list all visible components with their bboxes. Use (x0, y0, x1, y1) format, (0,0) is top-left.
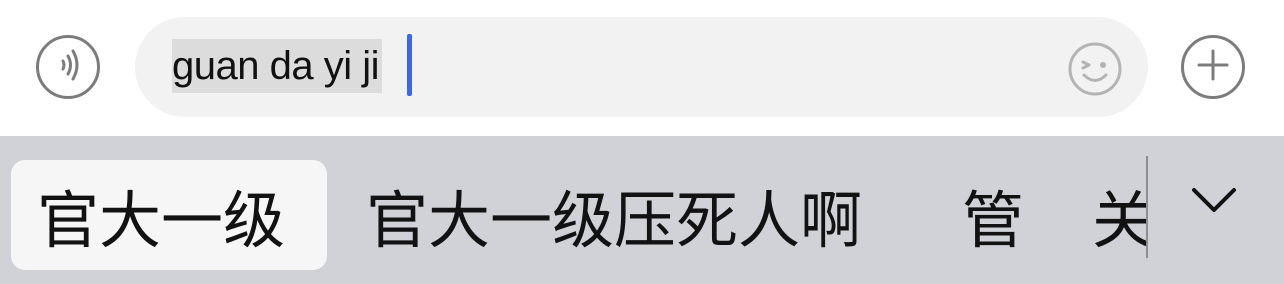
candidate-item[interactable]: 官大一级压死人啊 (366, 160, 862, 270)
candidate-item-selected[interactable]: 官大一级 (11, 160, 327, 270)
composing-text-highlight: guan da yi ji (172, 39, 382, 93)
voice-waves-icon (48, 45, 88, 89)
expand-candidates-button[interactable] (1186, 178, 1242, 226)
plus-icon (1193, 45, 1233, 89)
emoji-button[interactable] (1066, 40, 1124, 98)
smiley-face-icon (1066, 42, 1124, 102)
candidate-divider (1146, 156, 1148, 258)
candidate-bar: 官大一级 官大一级压死人啊 管 关 (0, 136, 1284, 284)
candidate-item[interactable]: 关 (1092, 160, 1148, 270)
voice-input-button[interactable] (36, 35, 100, 99)
chevron-down-icon (1189, 184, 1239, 220)
text-caret (407, 34, 412, 96)
composing-pinyin-text: guan da yi ji (172, 44, 379, 88)
message-input-field[interactable]: guan da yi ji (135, 17, 1148, 117)
candidate-item[interactable]: 管 (962, 160, 1024, 270)
input-bar: guan da yi ji (0, 0, 1284, 136)
add-button[interactable] (1181, 35, 1245, 99)
